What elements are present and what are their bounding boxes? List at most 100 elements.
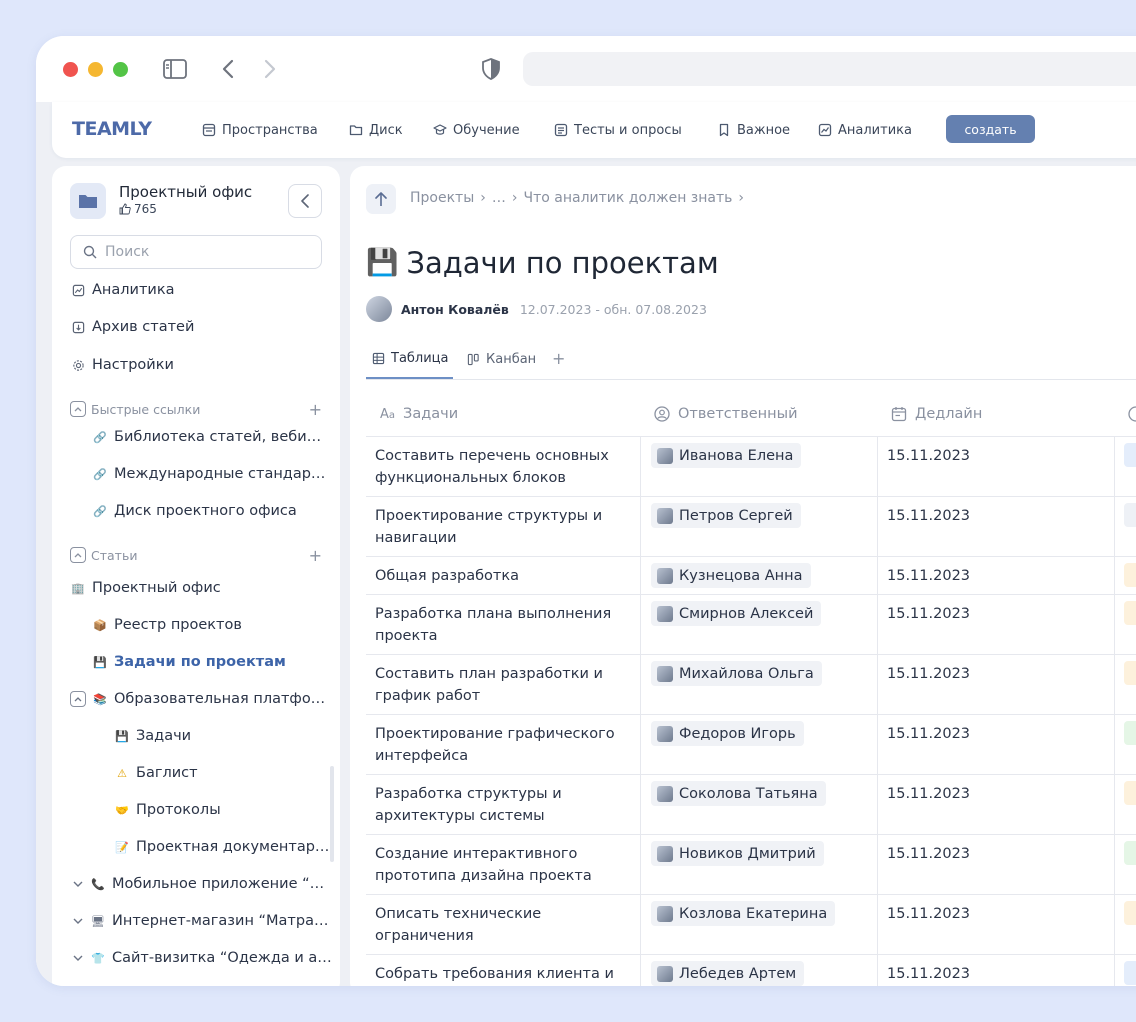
nav-spaces[interactable]: Пространства [202, 120, 318, 140]
tab-table[interactable]: Таблица [366, 340, 453, 379]
owner-chip[interactable]: Соколова Татьяна [651, 781, 826, 806]
add-view-icon[interactable]: + [552, 349, 565, 368]
table-row[interactable]: Проектирование структуры и навигации Петр… [366, 496, 1136, 556]
status-badge[interactable] [1124, 601, 1136, 625]
table-row[interactable]: Описать технические ограничения Козлова Е… [366, 894, 1136, 954]
close-window-button[interactable] [63, 62, 78, 77]
status-cell[interactable] [1114, 955, 1136, 986]
status-badge[interactable] [1124, 721, 1136, 745]
article-online-store[interactable]: 🖥 Интернет-магазин “Матра… [70, 909, 328, 933]
quick-links-header[interactable]: Быстрые ссылки + [70, 399, 322, 419]
status-cell[interactable] [1114, 557, 1136, 594]
task-cell[interactable]: Проектирование графического интерфейса [366, 715, 640, 774]
column-header-deadline[interactable]: Дедлайн [877, 392, 1114, 436]
sidebar-toggle-icon[interactable] [160, 56, 190, 82]
owner-chip[interactable]: Иванова Елена [651, 443, 802, 468]
chevron-up-icon[interactable] [70, 691, 86, 707]
status-cell[interactable] [1114, 655, 1136, 714]
search-input[interactable] [105, 244, 305, 260]
owner-chip[interactable]: Михайлова Ольга [651, 661, 822, 686]
article-buglist[interactable]: ⚠ Баглист [114, 761, 198, 785]
owner-chip[interactable]: Лебедев Артем [651, 961, 805, 986]
deadline-cell[interactable]: 15.11.2023 [877, 655, 1114, 714]
status-badge[interactable] [1124, 961, 1136, 985]
articles-header[interactable]: Статьи + [70, 545, 322, 565]
quick-link-disk[interactable]: 🔗 Диск проектного офиса [92, 499, 297, 523]
article-tasks[interactable]: 💾 Задачи [114, 724, 191, 748]
table-row[interactable]: Разработка плана выполнения проекта Смирн… [366, 594, 1136, 654]
column-header-owner[interactable]: Ответственный [640, 392, 877, 436]
nav-disk[interactable]: Диск [349, 120, 403, 140]
chevron-down-icon[interactable] [70, 881, 86, 887]
author-name[interactable]: Антон Ковалёв [401, 302, 509, 317]
article-mobile-app[interactable]: 📞 Мобильное приложение “… [70, 872, 324, 896]
up-level-button[interactable] [366, 184, 396, 214]
nav-important[interactable]: Важное [717, 120, 790, 140]
add-article-icon[interactable]: + [309, 546, 322, 565]
owner-chip[interactable]: Новиков Дмитрий [651, 841, 824, 866]
owner-cell[interactable]: Новиков Дмитрий [640, 835, 877, 894]
table-row[interactable]: Разработка структуры и архитектуры систе… [366, 774, 1136, 834]
task-cell[interactable]: Общая разработка [366, 557, 640, 594]
minimize-window-button[interactable] [88, 62, 103, 77]
task-cell[interactable]: Разработка плана выполнения проекта [366, 595, 640, 654]
owner-cell[interactable]: Соколова Татьяна [640, 775, 877, 834]
add-quick-link-icon[interactable]: + [309, 400, 322, 419]
status-badge[interactable] [1124, 841, 1136, 865]
nav-learning[interactable]: Обучение [433, 120, 520, 140]
task-cell[interactable]: Составить перечень основных функциональн… [366, 437, 640, 496]
create-button[interactable]: создать [946, 115, 1035, 143]
sidebar-item-settings[interactable]: Настройки [70, 353, 174, 377]
breadcrumb-item[interactable]: Проекты [410, 190, 474, 206]
table-row[interactable]: Проектирование графического интерфейса Фе… [366, 714, 1136, 774]
status-cell[interactable] [1114, 895, 1136, 954]
owner-chip[interactable]: Петров Сергей [651, 503, 801, 528]
status-cell[interactable] [1114, 497, 1136, 556]
column-header-status[interactable] [1114, 392, 1136, 436]
deadline-cell[interactable]: 15.11.2023 [877, 835, 1114, 894]
sidebar-scrollbar[interactable] [330, 766, 334, 862]
deadline-cell[interactable]: 15.11.2023 [877, 437, 1114, 496]
nav-tests[interactable]: Тесты и опросы [554, 120, 682, 140]
table-row[interactable]: Создание интерактивного прототипа дизайн… [366, 834, 1136, 894]
collapse-sidebar-button[interactable] [288, 184, 322, 218]
article-project-office[interactable]: 🏢 Проектный офис [70, 576, 221, 600]
status-cell[interactable] [1114, 775, 1136, 834]
article-education-platform[interactable]: 📚 Образовательная платфо… [70, 687, 325, 711]
task-cell[interactable]: Составить план разработки и график работ [366, 655, 640, 714]
quick-link-library[interactable]: 🔗 Библиотека статей, веби… [92, 425, 321, 449]
status-badge[interactable] [1124, 661, 1136, 685]
status-badge[interactable] [1124, 563, 1136, 587]
owner-cell[interactable]: Лебедев Артем [640, 955, 877, 986]
search-box[interactable] [70, 235, 322, 269]
nav-analytics[interactable]: Аналитика [818, 120, 912, 140]
chevron-down-icon[interactable] [70, 918, 86, 924]
chevron-up-icon[interactable] [70, 401, 86, 417]
task-cell[interactable]: Создание интерактивного прототипа дизайн… [366, 835, 640, 894]
space-likes[interactable]: 765 [119, 202, 157, 216]
status-cell[interactable] [1114, 437, 1136, 496]
sidebar-item-archive[interactable]: Архив статей [70, 315, 194, 339]
owner-cell[interactable]: Козлова Екатерина [640, 895, 877, 954]
column-header-task[interactable]: Aa Задачи [366, 392, 640, 436]
shield-icon[interactable] [476, 56, 506, 82]
owner-cell[interactable]: Иванова Елена [640, 437, 877, 496]
status-cell[interactable] [1114, 595, 1136, 654]
teamly-logo[interactable]: TEAMLY [72, 118, 152, 140]
table-row[interactable]: Общая разработка Кузнецова Анна 15.11.2023 [366, 556, 1136, 594]
deadline-cell[interactable]: 15.11.2023 [877, 557, 1114, 594]
deadline-cell[interactable]: 15.11.2023 [877, 715, 1114, 774]
table-row[interactable]: Собрать требования клиента и Лебедев Арте… [366, 954, 1136, 986]
task-cell[interactable]: Собрать требования клиента и [366, 955, 640, 986]
status-badge[interactable] [1124, 781, 1136, 805]
status-badge[interactable] [1124, 503, 1136, 527]
owner-cell[interactable]: Михайлова Ольга [640, 655, 877, 714]
avatar[interactable] [366, 296, 392, 322]
article-business-card-site[interactable]: 👕 Сайт-визитка “Одежда и а… [70, 946, 332, 970]
table-row[interactable]: Составить план разработки и график работ… [366, 654, 1136, 714]
chevron-up-icon[interactable] [70, 547, 86, 563]
owner-chip[interactable]: Кузнецова Анна [651, 563, 811, 588]
chevron-down-icon[interactable] [70, 955, 86, 961]
deadline-cell[interactable]: 15.11.2023 [877, 895, 1114, 954]
article-protocols[interactable]: 🤝 Протоколы [114, 798, 221, 822]
